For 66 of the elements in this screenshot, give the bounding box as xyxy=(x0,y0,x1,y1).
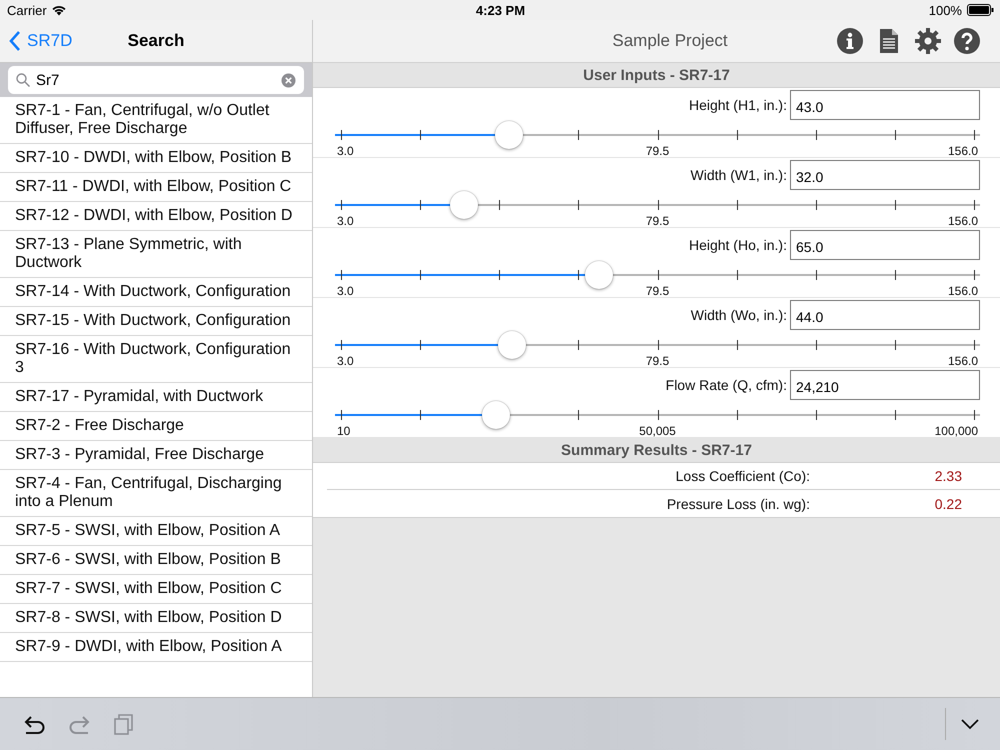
field-label: Width (W1, in.): xyxy=(690,167,787,183)
list-item[interactable]: SR7-16 - With Ductwork, Configuration 3 xyxy=(0,336,312,383)
tick-label: 3.0 xyxy=(337,214,355,228)
tick-label: 50,005 xyxy=(639,424,676,438)
list-item[interactable]: SR7-10 - DWDI, with Elbow, Position B xyxy=(0,144,312,173)
input-field[interactable]: 43.0 xyxy=(790,90,980,120)
slider-thumb[interactable] xyxy=(498,331,526,359)
list-item[interactable]: SR7-14 - With Ductwork, Configuration xyxy=(0,278,312,307)
tick-label: 3.0 xyxy=(337,354,355,368)
list-item[interactable]: SR7-3 - Pyramidal, Free Discharge xyxy=(0,441,312,470)
tick-label: 10 xyxy=(337,424,352,438)
list-item[interactable]: SR7-8 - SWSI, with Elbow, Position D xyxy=(0,604,312,633)
list-item[interactable]: SR7-15 - With Ductwork, Configuration xyxy=(0,307,312,336)
tick-label: 3.0 xyxy=(337,144,355,158)
battery-percent: 100% xyxy=(928,2,962,18)
field-label: Flow Rate (Q, cfm): xyxy=(666,377,787,393)
search-icon xyxy=(16,73,30,87)
project-title: Sample Project xyxy=(611,31,729,51)
list-item[interactable]: SR7-2 - Free Discharge xyxy=(0,412,312,441)
chevron-down-icon[interactable] xyxy=(960,718,980,730)
result-value: 2.33 xyxy=(934,468,963,484)
carrier-label: Carrier xyxy=(7,2,47,18)
tick-label: 156.0 xyxy=(948,354,978,368)
wifi-icon xyxy=(52,4,66,16)
clock-time: 4:23 PM xyxy=(476,2,526,18)
tick-label: 156.0 xyxy=(948,144,978,158)
tick-label: 79.5 xyxy=(646,214,670,228)
panel-title: Search xyxy=(128,31,184,51)
slider-thumb[interactable] xyxy=(482,401,510,429)
list-item[interactable]: SR7-5 - SWSI, with Elbow, Position A xyxy=(0,517,312,546)
result-label: Pressure Loss (in. wg): xyxy=(666,496,810,512)
list-item[interactable]: SR7-17 - Pyramidal, with Ductwork xyxy=(0,383,312,412)
tick-label: 100,000 xyxy=(934,424,978,438)
result-value: 0.22 xyxy=(934,496,963,512)
tick-label: 156.0 xyxy=(948,284,978,298)
clear-icon[interactable] xyxy=(281,72,296,88)
result-label: Loss Coefficient (Co): xyxy=(674,468,810,484)
field-label: Width (Wo, in.): xyxy=(690,307,787,323)
list-item[interactable]: SR7-12 - DWDI, with Elbow, Position D xyxy=(0,202,312,231)
tick-label: 79.5 xyxy=(646,144,670,158)
slider-thumb[interactable] xyxy=(495,121,524,149)
slider-thumb[interactable] xyxy=(450,191,478,219)
list-item[interactable]: SR7-13 - Plane Symmetric, with Ductwork xyxy=(0,231,312,278)
help-icon[interactable] xyxy=(954,28,980,54)
tick-label: 79.5 xyxy=(646,284,670,298)
slider-thumb[interactable] xyxy=(585,261,614,289)
list-item[interactable]: SR7-7 - SWSI, with Elbow, Position C xyxy=(0,575,312,604)
list-item[interactable]: SR7-1 - Fan, Centrifugal, w/o Outlet Diffuser, Free Discharge xyxy=(0,97,312,144)
tick-label: 156.0 xyxy=(948,214,978,228)
search-field[interactable]: Sr7 xyxy=(8,66,304,94)
chevron-left-icon xyxy=(9,31,21,51)
list-item[interactable]: SR7-11 - DWDI, with Elbow, Position C xyxy=(0,173,312,202)
field-label: Height (H1, in.): xyxy=(688,97,787,113)
field-label: Height (Ho, in.): xyxy=(688,237,787,253)
input-field[interactable]: 24,210 xyxy=(790,370,980,400)
info-icon[interactable] xyxy=(837,28,863,54)
input-field[interactable]: 44.0 xyxy=(790,300,980,330)
list-item[interactable]: SR7-6 - SWSI, with Elbow, Position B xyxy=(0,546,312,575)
input-field[interactable]: 32.0 xyxy=(790,160,980,190)
tick-label: 3.0 xyxy=(337,284,355,298)
list-item[interactable]: SR7-4 - Fan, Centrifugal, Discharging into a Plenum xyxy=(0,470,312,517)
battery-icon xyxy=(966,4,994,16)
list-item[interactable]: SR7-9 - DWDI, with Elbow, Position A xyxy=(0,633,312,662)
input-field[interactable]: 65.0 xyxy=(790,230,980,260)
settings-icon[interactable] xyxy=(915,28,941,54)
tick-label: 79.5 xyxy=(646,354,670,368)
